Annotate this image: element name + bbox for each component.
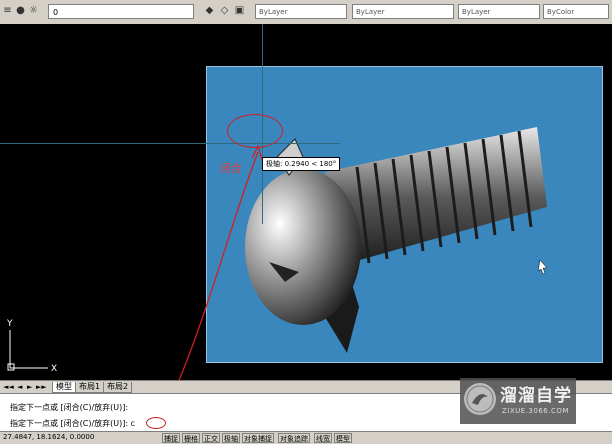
- annotation-arrows: [178, 144, 548, 380]
- grid-toggle[interactable]: 栅格: [182, 433, 200, 443]
- snap-toggle[interactable]: 捕捉: [162, 433, 180, 443]
- plotstyle-select-value: ByColor: [547, 8, 575, 16]
- tab-model[interactable]: 模型: [52, 382, 76, 393]
- command-prompt-line[interactable]: 指定下一点或 [闭合(C)/放弃(U)]: c: [10, 418, 135, 429]
- properties-toolbar-icons: ◆ ◇ ▣: [204, 5, 245, 17]
- drawing-area[interactable]: 极轴: 0.2940 < 180° 闭合 Y X: [0, 24, 612, 380]
- tab-prev-button[interactable]: ◄: [17, 383, 22, 391]
- layer-manager-icon[interactable]: ≡: [2, 5, 13, 17]
- linetype-select-value: ByLayer: [356, 8, 385, 16]
- lineweight-select-value: ByLayer: [462, 8, 491, 16]
- tab-first-button[interactable]: ◄◄: [3, 383, 14, 391]
- linetype-select[interactable]: ByLayer: [352, 4, 454, 19]
- layer-select-value: 0: [53, 8, 59, 17]
- layer-toolbar-icons: ≡ ● ☼: [2, 5, 39, 19]
- command-annotation-circle: [146, 417, 166, 429]
- color-select[interactable]: ByLayer: [255, 4, 347, 19]
- ortho-toggle[interactable]: 正交: [202, 433, 220, 443]
- tab-layout1[interactable]: 布局1: [75, 382, 105, 393]
- command-history-line: 指定下一点或 [闭合(C)/放弃(U)]:: [10, 403, 129, 412]
- polar-toggle[interactable]: 极轴: [222, 433, 240, 443]
- watermark-logo-icon: [464, 383, 496, 415]
- otrack-toggle[interactable]: 对象追踪: [278, 433, 310, 443]
- watermark-title: 溜溜自学: [500, 386, 572, 406]
- color-select-value: ByLayer: [259, 8, 288, 16]
- watermark-url: ZIXUE.3066.COM: [502, 407, 569, 415]
- osnap-toggle[interactable]: 对象捕捉: [242, 433, 274, 443]
- toolbar: ≡ ● ☼ 0 ◆ ◇ ▣ ByLayer ByLayer ByLayer By…: [0, 0, 612, 25]
- lineweight-toggle[interactable]: 线宽: [314, 433, 332, 443]
- make-current-layer-icon[interactable]: ◆: [204, 5, 215, 17]
- command-input[interactable]: c: [131, 419, 135, 428]
- layer-state-icon[interactable]: ▣: [234, 5, 245, 17]
- annotation-arrow-line: [178, 151, 259, 380]
- status-bar: 27.4847, 18.1624, 0.0000 捕捉 栅格 正交 极轴 对象捕…: [0, 431, 612, 444]
- layer-previous-icon[interactable]: ◇: [219, 5, 230, 17]
- watermark: 溜溜自学 ZIXUE.3066.COM: [460, 378, 576, 424]
- layer-on-icon[interactable]: ●: [15, 5, 26, 17]
- command-prompt-text: 指定下一点或 [闭合(C)/放弃(U)]:: [10, 419, 129, 428]
- ucs-x-label: X: [51, 364, 57, 374]
- model-space-toggle[interactable]: 模型: [334, 433, 352, 443]
- mouse-cursor-icon: [537, 259, 548, 275]
- ucs-icon: Y X: [4, 316, 64, 376]
- plotstyle-select[interactable]: ByColor: [543, 4, 609, 19]
- coordinate-readout: 27.4847, 18.1624, 0.0000: [3, 433, 95, 441]
- layer-select[interactable]: 0: [48, 4, 194, 19]
- ucs-y-label: Y: [6, 319, 13, 329]
- layer-freeze-icon[interactable]: ☼: [28, 5, 39, 17]
- tab-next-button[interactable]: ►: [27, 383, 32, 391]
- tab-layout2[interactable]: 布局2: [103, 382, 133, 393]
- tab-last-button[interactable]: ►►: [36, 383, 47, 391]
- lineweight-select[interactable]: ByLayer: [458, 4, 540, 19]
